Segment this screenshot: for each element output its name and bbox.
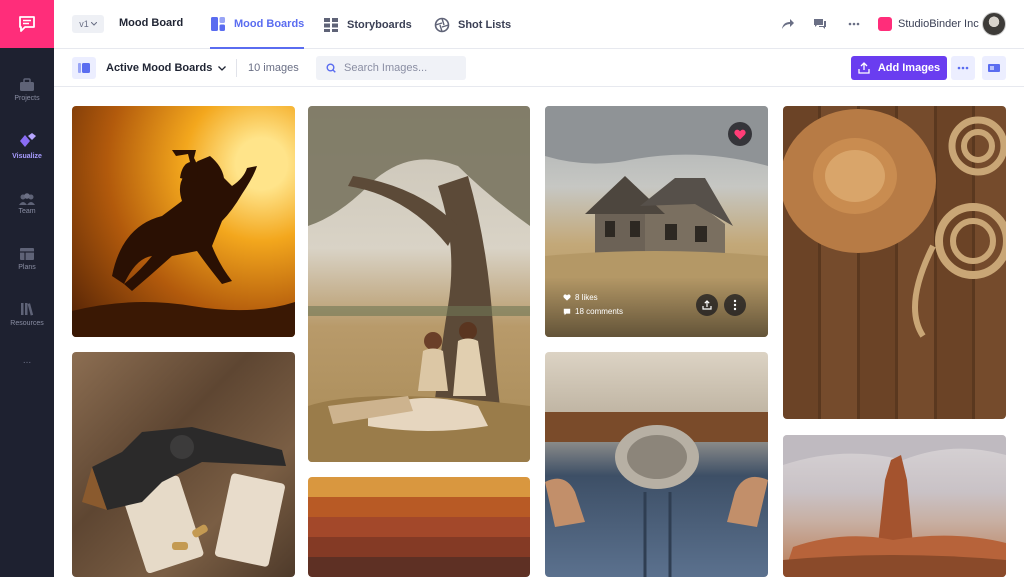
briefcase-icon (20, 78, 34, 91)
company-switcher[interactable]: StudioBinder Inc (878, 17, 979, 31)
chevron-down-icon (218, 65, 227, 71)
color-palette-image (308, 477, 530, 577)
comments-icon (814, 19, 826, 29)
tab-label: Storyboards (347, 18, 412, 31)
search-input[interactable] (344, 62, 454, 74)
presentation-view-button[interactable] (982, 56, 1006, 80)
team-icon (19, 193, 35, 205)
sidebar-item-plans[interactable]: Plans (0, 247, 54, 271)
likes-count: 8 likes (563, 293, 598, 302)
tab-shot-lists[interactable]: Shot Lists (434, 0, 511, 49)
top-navigation: v1 Mood Board Mood Boards Storyboards Sh… (54, 0, 1024, 49)
revolver-image (82, 427, 286, 574)
sidebar-item-label: Projects (14, 95, 40, 102)
image-card-tree-picnic[interactable] (308, 106, 530, 462)
share-button[interactable] (779, 15, 797, 33)
user-avatar[interactable] (982, 12, 1006, 36)
version-label: v1 (79, 19, 89, 29)
ellipsis-icon (848, 22, 860, 26)
likes-label: 8 likes (575, 293, 598, 302)
tree-picnic-image (308, 106, 530, 462)
more-options-button[interactable] (845, 15, 863, 33)
sidebar-item-resources[interactable]: Resources (0, 301, 54, 327)
comments-button[interactable] (811, 15, 829, 33)
board-toolbar: Active Mood Boards 10 images Add Images (54, 49, 1024, 87)
tab-storyboards[interactable]: Storyboards (323, 0, 412, 49)
chat-logo-icon (19, 16, 35, 32)
comment-small-icon (563, 308, 571, 315)
like-button[interactable] (728, 122, 752, 146)
horse-rider-silhouette (72, 150, 295, 337)
heart-small-icon (563, 294, 571, 301)
sidebar-item-visualize[interactable]: Visualize (0, 132, 54, 160)
version-select[interactable]: v1 (72, 15, 104, 33)
share-arrow-icon (782, 19, 794, 29)
share-icon (702, 300, 712, 310)
tab-label: Mood Boards (234, 17, 305, 30)
storyboards-icon (324, 17, 338, 32)
ellipsis-icon (957, 66, 969, 70)
desert-butte-image (783, 435, 1006, 577)
studiobinder-logo[interactable] (0, 0, 54, 48)
page-title: Mood Board (119, 17, 184, 29)
cowboy-hat-image (783, 109, 1006, 338)
search-box (316, 56, 466, 80)
image-card-belt-buckle[interactable] (545, 352, 768, 577)
image-card-horse-rider[interactable] (72, 106, 295, 337)
sidebar: Projects Visualize Team Plans Resources … (0, 0, 54, 577)
board-toggle-button[interactable] (72, 57, 96, 79)
card-more-button[interactable] (724, 294, 746, 316)
company-logo-icon (878, 17, 892, 31)
tab-mood-boards[interactable]: Mood Boards (210, 0, 305, 49)
sidebar-item-label: Team (18, 208, 36, 215)
add-images-button[interactable]: Add Images (851, 56, 947, 80)
chevron-down-icon (90, 22, 97, 26)
board-filter-select[interactable]: Active Mood Boards (106, 62, 227, 74)
image-count: 10 images (248, 62, 299, 74)
sidebar-item-label: Visualize (12, 153, 42, 160)
sidebar-item-label: Resources (10, 320, 44, 327)
image-card-cowboy-hat[interactable] (783, 106, 1006, 419)
toolbar-divider (236, 59, 237, 77)
board-filter-label: Active Mood Boards (106, 62, 213, 74)
plans-icon (20, 248, 34, 260)
comments-count: 18 comments (563, 307, 623, 316)
add-images-label: Add Images (877, 62, 941, 74)
card-share-button[interactable] (696, 294, 718, 316)
resources-icon (21, 303, 34, 316)
company-name: StudioBinder Inc (898, 18, 979, 30)
board-icon (78, 63, 90, 73)
shot-lists-icon (434, 17, 450, 32)
image-card-color-palette[interactable] (308, 477, 530, 577)
image-card-farmhouse[interactable]: 8 likes 18 comments (545, 106, 768, 337)
sidebar-item-team[interactable]: Team (0, 193, 54, 215)
image-card-desert-butte[interactable] (783, 435, 1006, 577)
search-icon (326, 63, 336, 73)
upload-icon (858, 62, 870, 74)
more-icon: ... (22, 355, 32, 366)
visualize-icon (20, 133, 36, 147)
toolbar-more-button[interactable] (951, 56, 975, 80)
mood-boards-icon (211, 16, 225, 31)
image-card-revolver[interactable] (72, 352, 295, 577)
vertical-ellipsis-icon (733, 299, 737, 311)
sidebar-item-projects[interactable]: Projects (0, 78, 54, 102)
heart-icon (734, 129, 746, 139)
presentation-icon (988, 64, 1000, 72)
comments-label: 18 comments (575, 307, 624, 316)
belt-buckle-image (545, 412, 768, 577)
tab-label: Shot Lists (458, 18, 512, 31)
sidebar-more-button[interactable]: ... (0, 352, 54, 366)
sidebar-item-label: Plans (18, 264, 36, 271)
